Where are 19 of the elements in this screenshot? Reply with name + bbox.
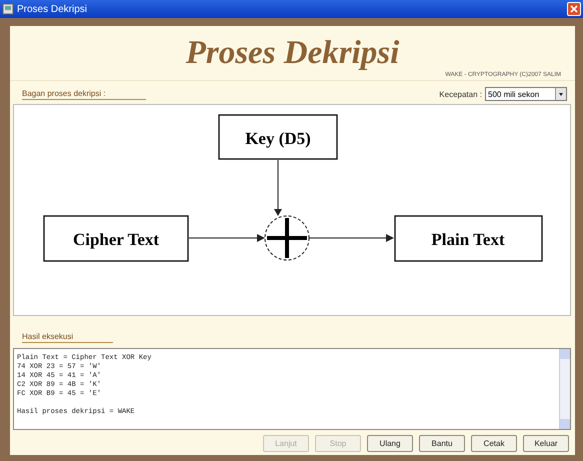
- output-node: Plain Text: [394, 216, 543, 262]
- close-button[interactable]: [567, 2, 581, 16]
- app-icon: [2, 3, 14, 15]
- window-title: Proses Dekripsi: [17, 4, 88, 14]
- key-node: Key (D5): [218, 114, 338, 160]
- xor-symbol: [264, 216, 310, 261]
- action-button[interactable]: Bantu: [419, 435, 465, 452]
- section-label: Bagan proses dekripsi :: [22, 88, 146, 100]
- action-button[interactable]: Ulang: [367, 435, 413, 452]
- action-button[interactable]: Cetak: [471, 435, 517, 452]
- arrow: [274, 160, 282, 216]
- speed-label: Kecepatan :: [439, 90, 482, 99]
- action-button[interactable]: Keluar: [523, 435, 569, 452]
- page-heading: Proses Dekripsi: [186, 34, 400, 72]
- scrollbar[interactable]: [559, 349, 570, 429]
- close-icon: [570, 5, 578, 13]
- section-label: Hasil eksekusi: [22, 332, 114, 344]
- speed-dropdown[interactable]: 500 mili sekon: [485, 87, 567, 102]
- input-node: Cipher Text: [43, 216, 189, 262]
